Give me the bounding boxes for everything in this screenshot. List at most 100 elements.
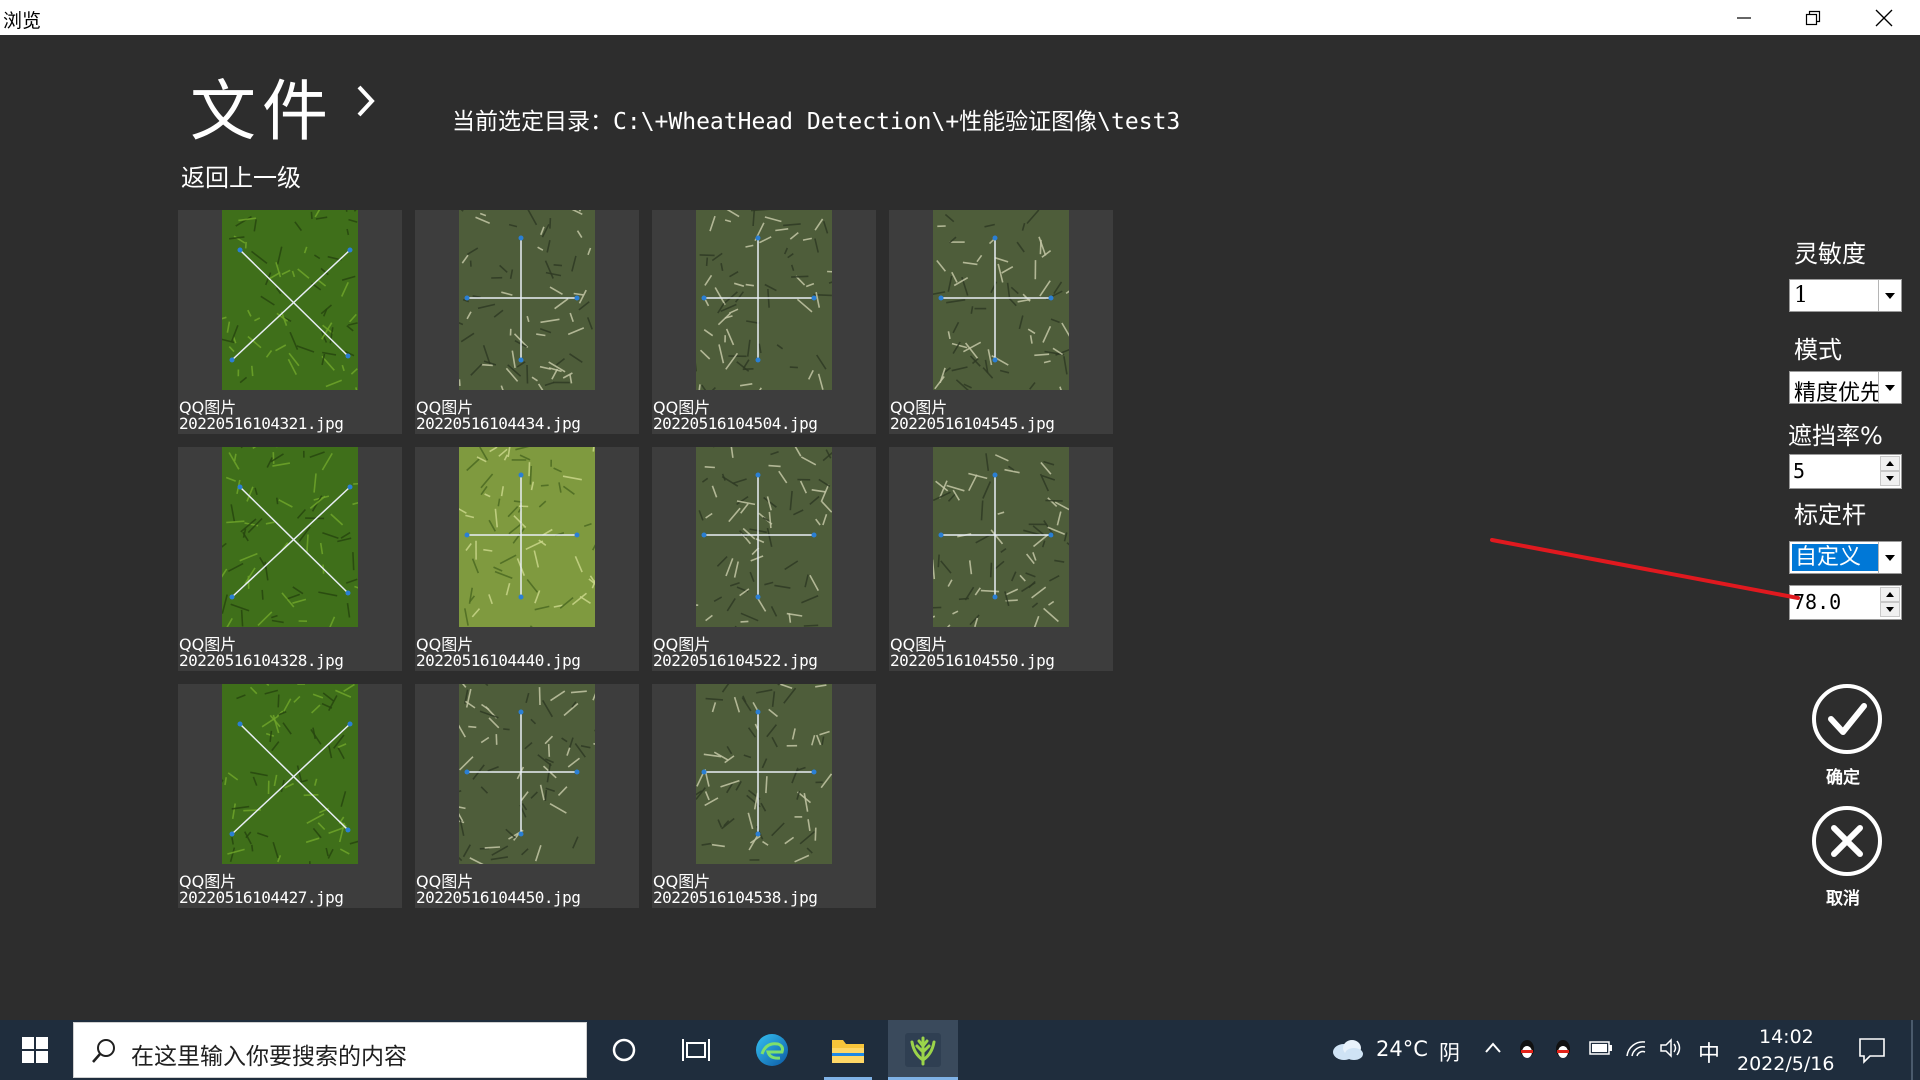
mode-label: 模式 [1794,336,1842,364]
current-directory: 当前选定目录：C:\+WheatHead Detection\+性能验证图像\t… [452,102,1180,136]
file-tile[interactable]: QQ图片 20220516104450.jpg [415,684,639,908]
restore-icon [1805,10,1821,25]
occlusion-label: 遮挡率% [1788,422,1883,450]
spin-down-icon[interactable] [1880,471,1900,486]
x-circle-icon [1812,806,1882,876]
qq-penguin-icon[interactable] [1553,1037,1573,1061]
checkmark-circle-icon [1812,684,1882,754]
file-name-line2: 20220516104550.jpg [890,651,1055,670]
title-bar: 浏览 [0,0,1920,35]
folder-icon [832,1040,864,1063]
file-name-line2: 20220516104321.jpg [179,414,344,433]
sensitivity-select[interactable]: 1 [1789,279,1902,312]
current-directory-path: C:\+WheatHead Detection\+性能验证图像\test3 [613,109,1181,135]
file-name-line2: 20220516104328.jpg [179,651,344,670]
file-tile[interactable]: QQ图片 20220516104440.jpg [415,447,639,671]
file-tile[interactable]: QQ图片 20220516104427.jpg [178,684,402,908]
close-button[interactable] [1850,0,1918,35]
file-name-line2: 20220516104522.jpg [653,651,818,670]
wheat-app-taskbar-button[interactable] [888,1020,958,1080]
wifi-icon[interactable] [1625,1038,1647,1058]
file-name-line2: 20220516104440.jpg [416,651,581,670]
file-name-line2: 20220516104427.jpg [179,888,344,907]
taskbar-search-box[interactable]: 在这里输入你要搜索的内容 [73,1022,587,1078]
weather-cloud-icon[interactable] [1330,1037,1364,1061]
show-desktop-divider[interactable] [1911,1020,1913,1080]
volume-icon[interactable] [1659,1038,1683,1058]
sensitivity-label: 灵敏度 [1794,240,1866,268]
cancel-button[interactable] [1810,804,1884,878]
file-thumbnail [933,210,1069,390]
file-thumbnail [222,447,358,627]
edge-taskbar-button[interactable] [742,1020,802,1080]
file-tile[interactable]: QQ图片 20220516104328.jpg [178,447,402,671]
file-thumbnail [933,447,1069,627]
file-thumbnail [222,210,358,390]
file-explorer-taskbar-button[interactable] [818,1020,878,1080]
qq-penguin-icon[interactable] [1517,1037,1537,1061]
confirm-button[interactable] [1810,682,1884,756]
minimize-icon [1737,16,1751,19]
file-name-line2: 20220516104538.jpg [653,888,818,907]
spin-up-icon[interactable] [1880,587,1900,602]
file-tile[interactable]: QQ图片 20220516104538.jpg [652,684,876,908]
weather-description[interactable]: 阴 [1439,1037,1460,1067]
file-name-line2: 20220516104450.jpg [416,888,581,907]
confirm-label[interactable]: 确定 [1826,763,1860,788]
task-view-icon [682,1039,710,1061]
file-name-line2: 20220516104504.jpg [653,414,818,433]
spin-up-icon[interactable] [1880,456,1900,471]
file-thumbnail [696,210,832,390]
file-tile[interactable]: QQ图片 20220516104504.jpg [652,210,876,434]
weather-temperature[interactable]: 24°C [1376,1037,1428,1061]
minimize-button[interactable] [1710,0,1778,35]
mode-select[interactable]: 精度优先 [1789,371,1902,406]
occlusion-value: 5 [1793,459,1806,483]
battery-icon[interactable] [1589,1041,1613,1055]
clock-time[interactable]: 14:02 [1759,1026,1814,1048]
clock-date[interactable]: 2022/5/16 [1737,1053,1834,1075]
window-title: 浏览 [3,10,42,32]
taskbar: 在这里输入你要搜索的内容 24°C 阴 中 14:02 2022/5/16 [0,1020,1920,1080]
notification-center-icon[interactable] [1858,1036,1886,1064]
spin-down-icon[interactable] [1880,602,1900,617]
file-thumbnail [696,447,832,627]
sensitivity-value: 1 [1794,283,1808,308]
chevron-right-icon [357,85,375,117]
task-view-button[interactable] [666,1020,726,1080]
file-thumbnail [696,684,832,864]
current-directory-label: 当前选定目录： [452,109,613,135]
search-placeholder: 在这里输入你要搜索的内容 [131,1044,407,1070]
mode-value: 精度优先 [1794,381,1878,406]
calibration-label: 标定杆 [1794,501,1866,529]
restore-button[interactable] [1779,0,1847,35]
file-tile[interactable]: QQ图片 20220516104321.jpg [178,210,402,434]
file-tile[interactable]: QQ图片 20220516104522.jpg [652,447,876,671]
file-tile[interactable]: QQ图片 20220516104434.jpg [415,210,639,434]
search-icon [92,1039,115,1063]
file-thumbnail [459,684,595,864]
dropdown-arrow-icon[interactable] [1878,280,1901,311]
file-thumbnail [459,210,595,390]
input-method-indicator[interactable]: 中 [1698,1036,1720,1068]
dropdown-arrow-icon[interactable] [1878,372,1901,403]
start-button[interactable] [0,1020,70,1080]
file-name-line2: 20220516104434.jpg [416,414,581,433]
cancel-label[interactable]: 取消 [1826,884,1860,909]
occlusion-spinbox[interactable]: 5 [1789,454,1902,489]
cortana-circle-icon [612,1038,636,1062]
file-tile[interactable]: QQ图片 20220516104550.jpg [889,447,1113,671]
close-icon [1875,9,1893,26]
back-up-link[interactable]: 返回上一级 [181,158,301,193]
edge-browser-icon [756,1034,788,1066]
file-thumbnail [459,447,595,627]
file-tile[interactable]: QQ图片 20220516104545.jpg [889,210,1113,434]
cortana-button[interactable] [594,1020,654,1080]
dropdown-arrow-icon[interactable] [1878,542,1901,573]
show-hidden-icons-chevron-icon[interactable] [1485,1042,1501,1054]
wheat-app-icon [905,1033,941,1067]
file-thumbnail [222,684,358,864]
windows-logo-icon [22,1037,48,1063]
file-name-line2: 20220516104545.jpg [890,414,1055,433]
annotation-arrow [1490,538,1800,600]
